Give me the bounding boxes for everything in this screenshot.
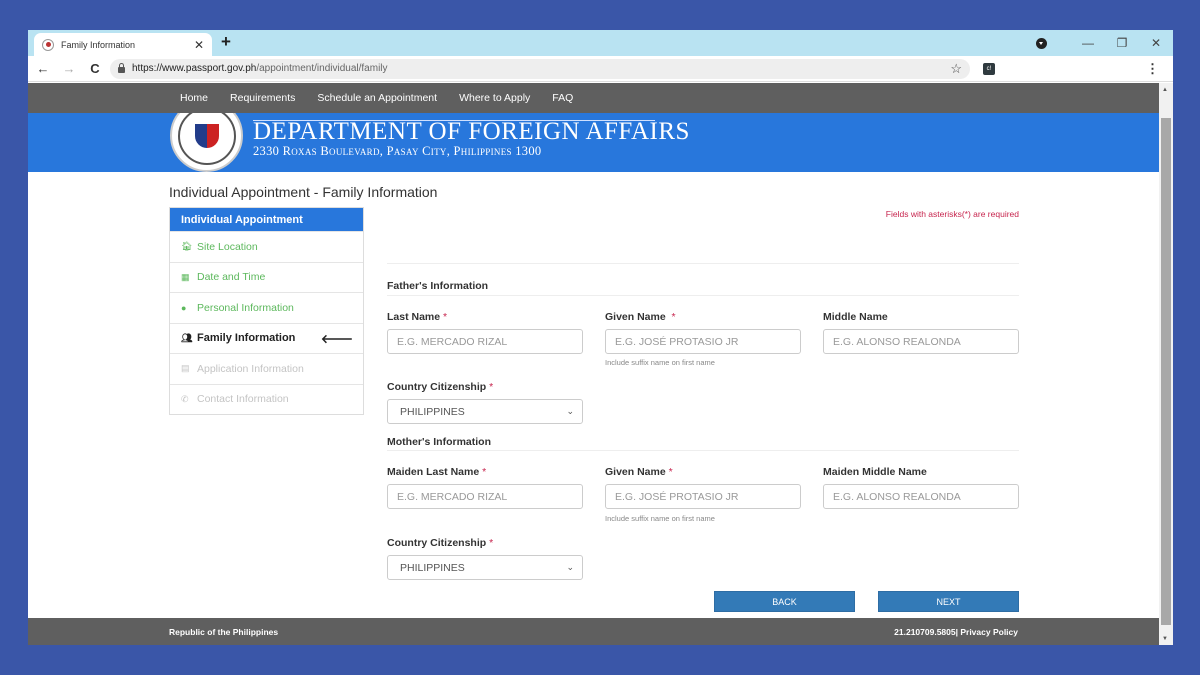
scrollbar-thumb[interactable]: [1161, 118, 1171, 625]
bookmark-star-icon[interactable]: ☆: [950, 61, 962, 77]
father-section-title: Father's Information: [387, 280, 489, 292]
mother-citizenship-select[interactable]: PHILIPPINES ⌄: [387, 555, 583, 580]
father-last-name-input[interactable]: [387, 329, 583, 354]
extension-icon[interactable]: c!: [983, 62, 995, 75]
mother-section-title: Mother's Information: [387, 436, 491, 448]
current-step-arrow-icon: 🡐: [320, 331, 353, 346]
back-arrow-icon[interactable]: ←: [32, 61, 54, 76]
father-middle-name-label: Middle Name: [823, 311, 888, 323]
sidebar-item-site-location[interactable]: 🏠︎ Site Location: [170, 231, 363, 262]
main-content: Individual Appointment - Family Informat…: [28, 184, 1159, 200]
browser-toolbar: ← → C https://www.passport.gov.ph/appoin…: [28, 56, 1173, 82]
address-bar[interactable]: https://www.passport.gov.ph/appointment/…: [110, 58, 970, 79]
chevron-down-icon: ⌄: [566, 406, 574, 416]
top-navigation: Home Requirements Schedule an Appointmen…: [28, 83, 1159, 113]
web-page: Home Requirements Schedule an Appointmen…: [28, 83, 1159, 645]
lock-icon: [118, 63, 125, 73]
back-button[interactable]: BACK: [714, 591, 855, 612]
nav-requirements[interactable]: Requirements: [230, 92, 295, 104]
new-tab-button[interactable]: +: [221, 32, 231, 52]
mother-middle-name-label: Maiden Middle Name: [823, 466, 927, 478]
tab-strip: Family Information ✕ + — ❐ ✕: [28, 30, 1173, 56]
menu-kebab-icon[interactable]: ⋮: [1146, 61, 1159, 77]
mother-given-name-hint: Include suffix name on first name: [605, 514, 715, 523]
father-last-name-label: Last Name *: [387, 311, 448, 323]
close-tab-icon[interactable]: ✕: [194, 38, 204, 52]
list-icon: ▤: [181, 363, 190, 374]
phone-icon: ✆: [181, 393, 189, 404]
home-icon: 🏠︎: [181, 241, 193, 252]
sidebar-item-contact-information: ✆ Contact Information: [170, 383, 363, 415]
browser-window: Family Information ✕ + — ❐ ✕ ← → C https…: [28, 30, 1173, 645]
nav-faq[interactable]: FAQ: [552, 92, 573, 104]
mother-middle-name-input[interactable]: [823, 484, 1019, 509]
page-footer: Republic of the Philippines 21.210709.58…: [28, 618, 1159, 645]
footer-left-text: Republic of the Philippines: [169, 626, 279, 637]
url-text: https://www.passport.gov.ph/appointment/…: [132, 63, 388, 74]
forward-arrow-icon[interactable]: →: [58, 61, 80, 76]
divider: [387, 295, 1019, 296]
father-given-name-input[interactable]: [605, 329, 801, 354]
minimize-button[interactable]: —: [1071, 36, 1105, 50]
sidebar-header: Individual Appointment: [170, 208, 363, 231]
page-title: Individual Appointment - Family Informat…: [169, 184, 438, 200]
required-note: Fields with asterisks(*) are required: [885, 209, 1019, 219]
father-citizenship-select[interactable]: PHILIPPINES ⌄: [387, 399, 583, 424]
page-scrollbar[interactable]: ▲ ▼: [1159, 83, 1173, 645]
users-icon: 👥︎: [181, 332, 193, 343]
next-button[interactable]: NEXT: [878, 591, 1019, 612]
user-icon: ●: [181, 302, 187, 313]
close-window-button[interactable]: ✕: [1139, 36, 1173, 50]
footer-right-text[interactable]: 21.210709.5805| Privacy Policy: [894, 627, 1018, 637]
steps-sidebar: Individual Appointment 🏠︎ Site Location …: [169, 207, 364, 415]
header-banner: DEPARTMENT OF FOREIGN AFFAIRS 2330 Roxas…: [28, 113, 1159, 172]
divider: [387, 263, 1019, 264]
department-address: 2330 Roxas Boulevard, Pasay City, Philip…: [253, 144, 542, 158]
sidebar-item-personal-information[interactable]: ● Personal Information: [170, 292, 363, 323]
father-citizenship-label: Country Citizenship *: [387, 381, 494, 393]
sidebar-item-application-information: ▤ Application Information: [170, 353, 363, 384]
father-given-name-hint: Include suffix name on first name: [605, 358, 715, 367]
department-title: DEPARTMENT OF FOREIGN AFFAIRS: [253, 118, 690, 145]
mother-citizenship-label: Country Citizenship *: [387, 537, 494, 549]
mother-last-name-label: Maiden Last Name *: [387, 466, 487, 478]
tab-title: Family Information: [61, 39, 136, 50]
favicon-icon: [42, 38, 54, 51]
sidebar-item-date-time[interactable]: ▦ Date and Time: [170, 261, 363, 293]
mother-given-name-input[interactable]: [605, 484, 801, 509]
calendar-icon: ▦: [181, 271, 190, 282]
profile-icon[interactable]: [1036, 37, 1047, 49]
browser-tab[interactable]: Family Information ✕: [34, 33, 212, 56]
scroll-down-icon[interactable]: ▼: [1162, 636, 1168, 642]
maximize-button[interactable]: ❐: [1105, 36, 1139, 50]
father-given-name-label: Given Name *: [605, 311, 676, 323]
scroll-up-icon[interactable]: ▲: [1162, 87, 1168, 93]
father-middle-name-input[interactable]: [823, 329, 1019, 354]
dfa-seal-logo: [170, 113, 243, 172]
mother-given-name-label: Given Name *: [605, 466, 673, 478]
sidebar-item-family-information[interactable]: 👥︎ Family Information 🡐: [170, 322, 363, 354]
mother-last-name-input[interactable]: [387, 484, 583, 509]
reload-icon[interactable]: C: [84, 61, 106, 76]
nav-schedule-appointment[interactable]: Schedule an Appointment: [317, 92, 437, 104]
nav-where-to-apply[interactable]: Where to Apply: [459, 92, 530, 104]
nav-home[interactable]: Home: [180, 92, 208, 104]
divider: [387, 450, 1019, 451]
chevron-down-icon: ⌄: [566, 562, 574, 572]
